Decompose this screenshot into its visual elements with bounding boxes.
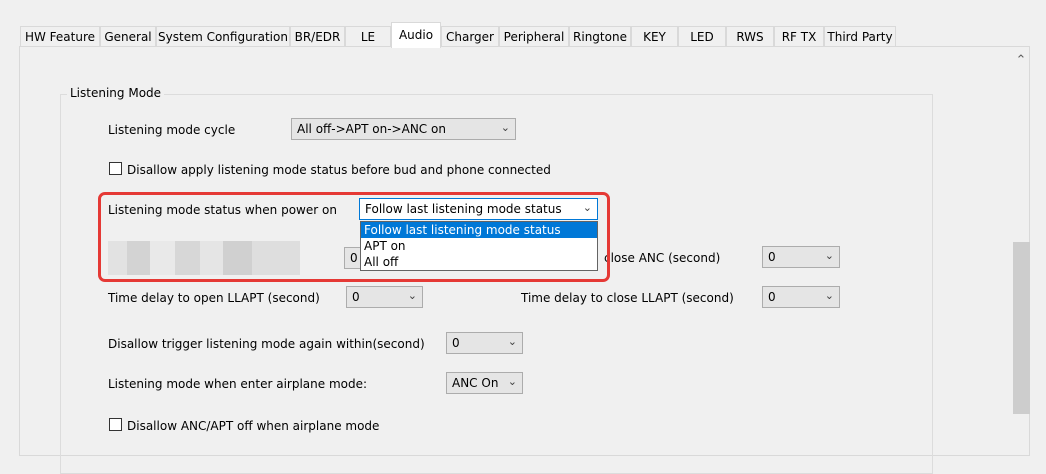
chevron-down-icon: ⌄	[507, 335, 517, 348]
cycle-label: Listening mode cycle	[108, 123, 236, 137]
tab-rws[interactable]: RWS	[726, 26, 774, 46]
chevron-down-icon: ⌄	[824, 249, 834, 262]
disallow-off-airplane-label: Disallow ANC/APT off when airplane mode	[127, 419, 380, 433]
chevron-down-icon: ⌄	[824, 289, 834, 302]
open-llapt-label: Time delay to open LLAPT (second)	[108, 291, 320, 305]
cycle-select[interactable]: All off->APT on->ANC on ⌄	[291, 118, 516, 140]
tab-key[interactable]: KEY	[631, 26, 678, 46]
airplane-value: ANC On	[452, 376, 499, 390]
trigger-again-label: Disallow trigger listening mode again wi…	[108, 337, 425, 351]
tab-rf-tx[interactable]: RF TX	[774, 26, 824, 46]
tab-peripheral[interactable]: Peripheral	[499, 26, 569, 46]
tab-bar: HW Feature General System Configuration …	[0, 0, 1046, 48]
tab-system-configuration[interactable]: System Configuration	[156, 26, 290, 46]
tab-charger[interactable]: Charger	[441, 26, 499, 46]
chevron-down-icon: ⌄	[500, 121, 510, 134]
close-llapt-value: 0	[768, 290, 776, 304]
trigger-again-select[interactable]: 0 ⌄	[446, 332, 523, 354]
tab-ringtone[interactable]: Ringtone	[569, 26, 631, 46]
chevron-down-icon: ⌄	[407, 289, 417, 302]
close-llapt-select[interactable]: 0 ⌄	[762, 286, 840, 308]
open-llapt-select[interactable]: 0 ⌄	[346, 286, 423, 308]
close-anc-select[interactable]: 0 ⌄	[762, 246, 840, 268]
close-llapt-label: Time delay to close LLAPT (second)	[521, 291, 734, 305]
tab-third-party[interactable]: Third Party	[824, 26, 896, 46]
tab-led[interactable]: LED	[678, 26, 726, 46]
disallow-off-airplane-checkbox[interactable]	[109, 418, 122, 431]
tab-hw-feature[interactable]: HW Feature	[20, 26, 100, 46]
tab-audio[interactable]: Audio	[391, 22, 441, 48]
close-anc-value: 0	[768, 250, 776, 264]
tab-le[interactable]: LE	[345, 26, 391, 46]
trigger-again-value: 0	[452, 336, 460, 350]
disallow-apply-checkbox[interactable]	[109, 162, 122, 175]
scrollbar-thumb[interactable]	[1013, 242, 1030, 414]
close-anc-label: close ANC (second)	[604, 251, 721, 265]
open-llapt-value: 0	[352, 290, 360, 304]
listening-mode-group	[60, 94, 933, 474]
tab-general[interactable]: General	[100, 26, 156, 46]
chevron-down-icon: ⌄	[507, 375, 517, 388]
highlight-annotation	[98, 192, 610, 282]
disallow-apply-label: Disallow apply listening mode status bef…	[127, 163, 551, 177]
tab-br-edr[interactable]: BR/EDR	[290, 26, 345, 46]
group-title: Listening Mode	[67, 86, 165, 100]
airplane-label: Listening mode when enter airplane mode:	[108, 377, 368, 391]
scroll-up-icon[interactable]: ⌃	[1012, 53, 1030, 71]
cycle-value: All off->APT on->ANC on	[297, 122, 446, 136]
airplane-select[interactable]: ANC On ⌄	[446, 372, 523, 394]
